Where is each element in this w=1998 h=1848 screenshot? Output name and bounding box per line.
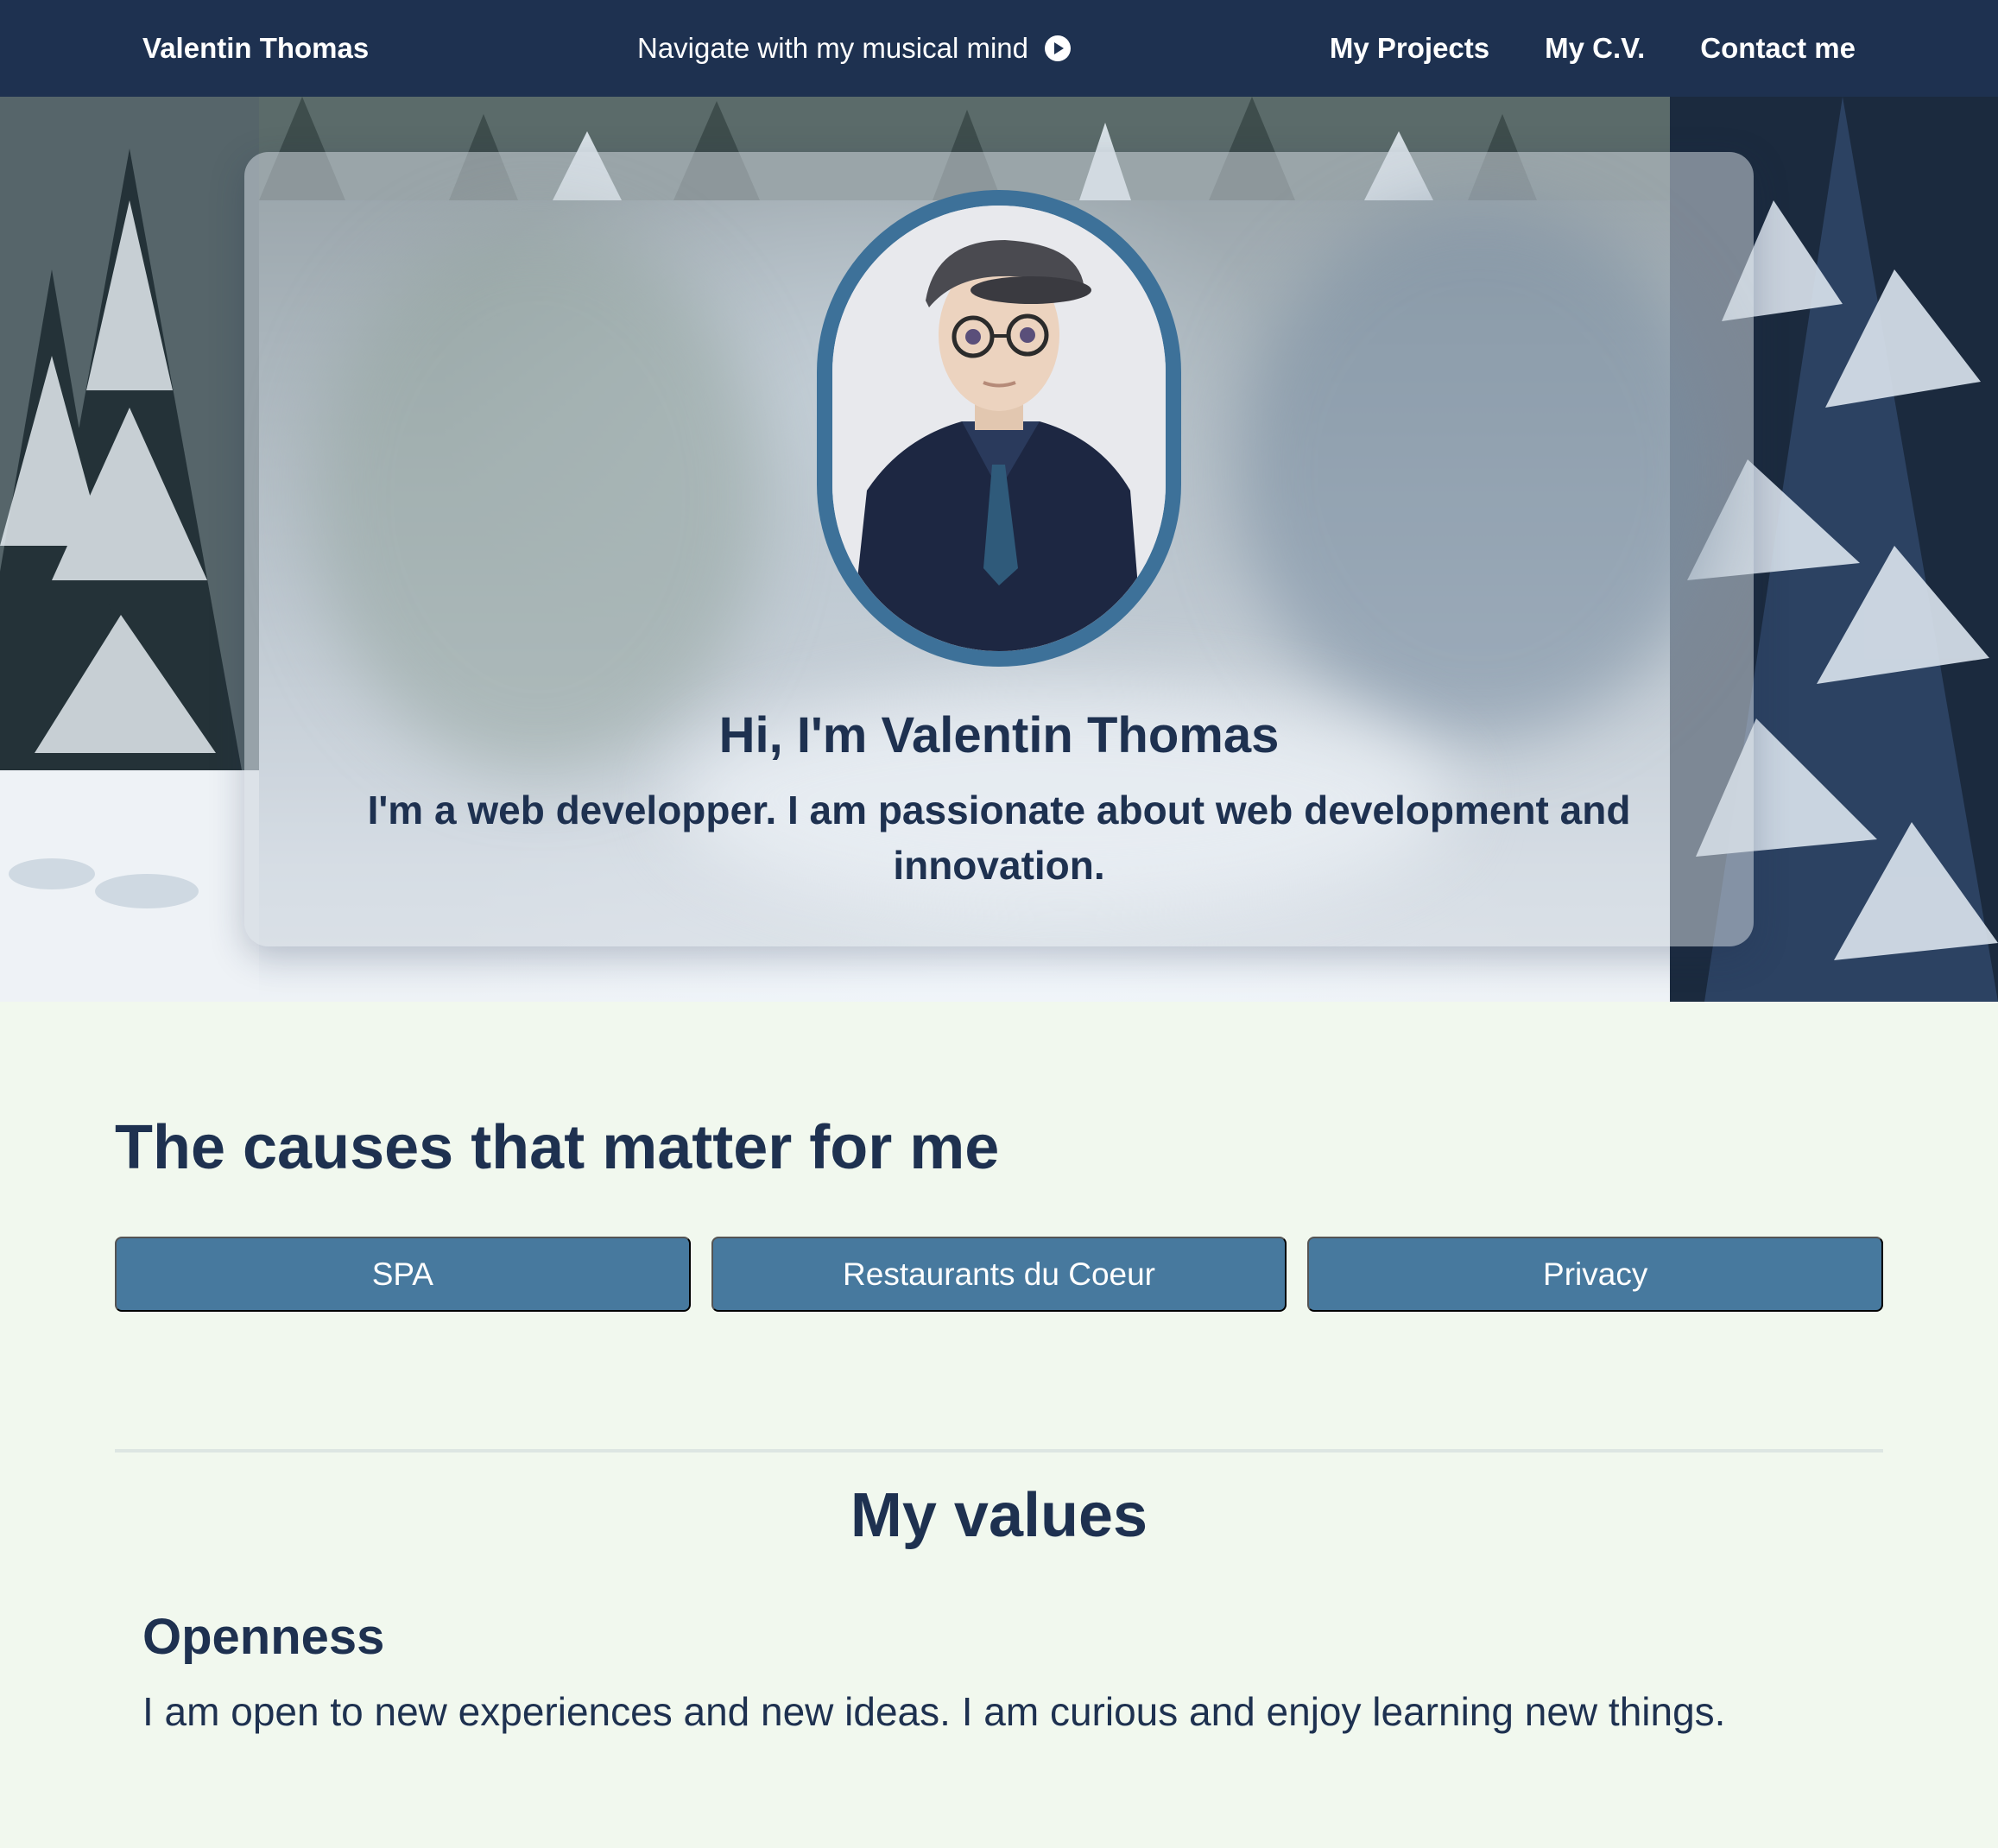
nav-links: My Projects My C.V. Contact me [1330, 0, 1856, 97]
card-blur-shape [1237, 204, 1721, 739]
card-blur-shape [313, 221, 762, 774]
music-navigation-label: Navigate with my musical mind [637, 32, 1028, 64]
nav-link-cv[interactable]: My C.V. [1545, 32, 1645, 65]
causes-buttons: SPA Restaurants du Coeur Privacy [115, 1237, 1884, 1312]
hero-title: Hi, I'm Valentin Thomas [718, 707, 1280, 763]
navbar: Valentin Thomas Navigate with my musical… [0, 0, 1998, 97]
section-divider [115, 1449, 1883, 1452]
value-title-openness: Openness [142, 1609, 385, 1665]
portrait-illustration [832, 206, 1166, 651]
background-trees-left [0, 97, 259, 1002]
cause-button-privacy[interactable]: Privacy [1307, 1237, 1884, 1312]
brand-link[interactable]: Valentin Thomas [142, 0, 369, 97]
avatar-frame [817, 190, 1181, 667]
cause-button-restaurants-du-coeur[interactable]: Restaurants du Coeur [711, 1237, 1287, 1312]
cause-button-spa[interactable]: SPA [115, 1237, 691, 1312]
music-navigation-toggle[interactable]: Navigate with my musical mind [637, 0, 1072, 97]
values-heading: My values [850, 1481, 1148, 1550]
hero-subtitle: I'm a web developper. I am passionate ab… [367, 788, 1631, 888]
nav-link-contact[interactable]: Contact me [1700, 32, 1856, 65]
value-description-openness: I am open to new experiences and new ide… [142, 1689, 1726, 1734]
hero-section: Hi, I'm Valentin Thomas I'm a web develo… [0, 97, 1998, 1002]
play-circle-icon [1044, 35, 1071, 61]
causes-heading: The causes that matter for me [115, 1113, 1000, 1182]
hero-card: Hi, I'm Valentin Thomas I'm a web develo… [244, 152, 1754, 946]
avatar [832, 206, 1166, 651]
nav-link-projects[interactable]: My Projects [1330, 32, 1489, 65]
